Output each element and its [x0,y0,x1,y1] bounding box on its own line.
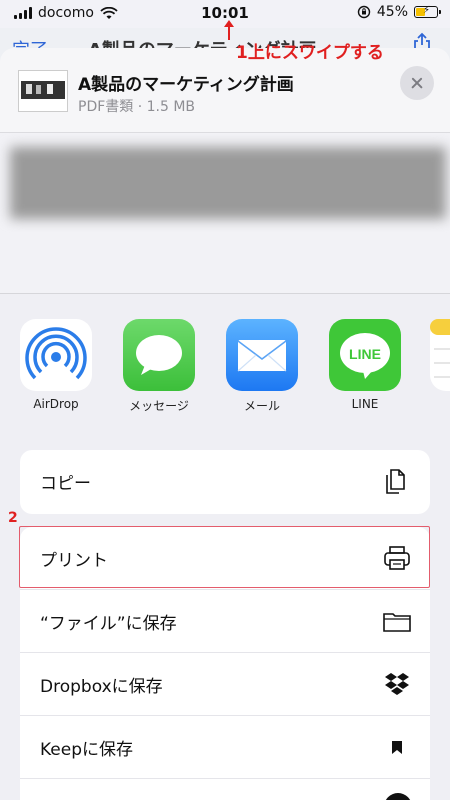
app-messages[interactable]: メッセージ [123,319,195,414]
document-meta: PDF書類 · 1.5 MB [78,99,196,115]
blurred-contacts [10,147,446,219]
action-label: Keepに保存 [40,740,134,760]
copy-icon [386,469,405,494]
folder-icon [383,613,411,632]
action-group-copy: コピー [20,450,430,514]
line-icon-text: LINE [349,346,381,362]
status-right: 45% ⚡ [357,4,441,20]
mail-envelope-icon [226,319,298,391]
app-notes-partial[interactable] [430,319,450,391]
next-action-icon-partial [384,793,412,800]
action-save-to-files[interactable]: “ファイル”に保存 [20,590,430,652]
document-title: A製品のマーケティング計画 [78,75,294,95]
action-label: コピー [40,474,91,494]
annotation-step1: 1上にスワイプする [236,43,384,63]
message-bubble-icon [123,319,195,391]
share-sheet: A製品のマーケティング計画 PDF書類 · 1.5 MB AirDrop メッセ… [0,48,450,800]
document-thumbnail [18,70,68,112]
action-label: Dropboxに保存 [40,677,163,697]
charging-bolt-icon: ⚡ [423,5,431,16]
app-share-row: AirDrop メッセージ メール LINE LINE [0,294,450,424]
annotation-step2: 2 [8,510,18,526]
notes-icon [430,319,450,391]
bookmark-icon [392,741,402,754]
dropbox-icon [385,673,409,695]
airdrop-icon [20,319,92,391]
action-copy[interactable]: コピー [20,450,430,512]
app-label: メール [243,399,280,413]
print-highlight-box [19,526,430,588]
app-label: AirDrop [33,397,79,411]
swipe-up-arrow-icon [224,20,234,40]
app-mail[interactable]: メール [226,319,298,414]
action-label: “ファイル”に保存 [40,614,177,634]
app-airdrop[interactable]: AirDrop [20,319,92,411]
action-save-to-dropbox[interactable]: Dropboxに保存 [20,653,430,715]
close-button[interactable] [400,66,434,100]
contacts-suggestions-area [0,133,450,294]
line-app-icon: LINE [329,319,401,391]
action-save-to-keep[interactable]: Keepに保存 [20,716,430,778]
app-label: LINE [351,397,379,411]
battery-percent: 45% [376,4,408,20]
app-label: メッセージ [129,399,189,413]
orientation-lock-icon [357,5,371,19]
app-line[interactable]: LINE LINE [329,319,401,411]
battery-icon: ⚡ [414,5,441,18]
